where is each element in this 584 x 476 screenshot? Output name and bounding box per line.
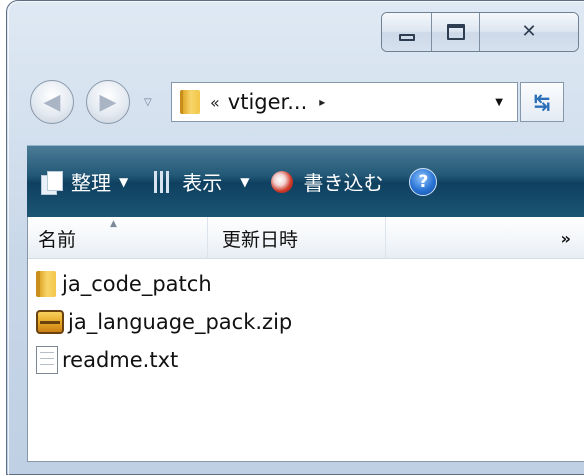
close-button[interactable]: ✕ — [480, 13, 578, 51]
back-arrow-icon: ◀ — [43, 89, 61, 115]
file-name: readme.txt — [62, 348, 179, 372]
column-header-row: 名前 ▲ 更新日時 » — [28, 217, 584, 259]
address-dropdown-icon[interactable]: ▼ — [495, 97, 503, 108]
zip-archive-icon — [36, 310, 64, 334]
organize-icon — [41, 170, 63, 195]
folder-icon — [180, 90, 200, 114]
more-columns-button[interactable]: » — [386, 217, 584, 259]
caption-buttons: ✕ — [381, 12, 579, 52]
folder-icon — [36, 271, 56, 297]
command-bar: 整理 ▼ 表示 ▼ 書き込む ? — [27, 145, 584, 217]
recent-pages-dropdown-icon[interactable]: ▽ — [144, 97, 152, 108]
column-header-date-modified[interactable]: 更新日時 — [208, 217, 386, 259]
more-columns-icon: » — [560, 228, 571, 248]
maximize-icon — [446, 24, 465, 40]
refresh-button[interactable]: ↹ — [520, 82, 564, 122]
column-date-label: 更新日時 — [222, 228, 299, 251]
burn-disc-icon — [271, 170, 294, 193]
list-item[interactable]: ja_code_patch — [36, 265, 292, 303]
column-name-label: 名前 — [38, 228, 77, 251]
address-overflow-chevron[interactable]: « — [210, 93, 220, 112]
file-list: ja_code_patch ja_language_pack.zip readm… — [36, 265, 292, 379]
minimize-button[interactable] — [382, 13, 432, 51]
breadcrumb-arrow-icon[interactable]: ▸ — [319, 95, 325, 109]
sort-ascending-icon: ▲ — [110, 219, 117, 229]
help-button[interactable]: ? — [409, 167, 438, 196]
address-bar[interactable]: « vtiger... ▸ ▼ — [171, 82, 518, 122]
burn-button[interactable]: 書き込む — [271, 167, 383, 196]
minimize-icon — [398, 33, 415, 41]
file-list-pane: 名前 ▲ 更新日時 » ja_code_patch ja_language_pa… — [27, 217, 584, 462]
organize-button[interactable]: 整理 ▼ — [41, 167, 128, 196]
column-header-name[interactable]: 名前 ▲ — [28, 217, 208, 259]
burn-label: 書き込む — [303, 171, 384, 195]
help-icon: ? — [418, 171, 429, 192]
chevron-down-icon: ▼ — [119, 174, 129, 189]
file-name: ja_language_pack.zip — [68, 310, 293, 334]
forward-button[interactable]: ▶ — [86, 80, 130, 124]
refresh-icon: ↹ — [533, 90, 551, 114]
text-file-icon — [36, 346, 58, 374]
maximize-button[interactable] — [432, 13, 480, 51]
chevron-down-icon: ▼ — [240, 174, 250, 189]
views-label: 表示 — [182, 171, 223, 195]
views-button[interactable]: 表示 ▼ — [154, 167, 249, 196]
list-item[interactable]: readme.txt — [36, 341, 292, 379]
file-name: ja_code_patch — [62, 272, 212, 296]
list-item[interactable]: ja_language_pack.zip — [36, 303, 292, 341]
address-path-segment[interactable]: vtiger... — [228, 90, 307, 114]
forward-arrow-icon: ▶ — [99, 89, 117, 115]
organize-label: 整理 — [71, 171, 111, 195]
back-button[interactable]: ◀ — [30, 80, 74, 124]
close-icon: ✕ — [521, 21, 537, 42]
views-icon — [154, 170, 173, 193]
